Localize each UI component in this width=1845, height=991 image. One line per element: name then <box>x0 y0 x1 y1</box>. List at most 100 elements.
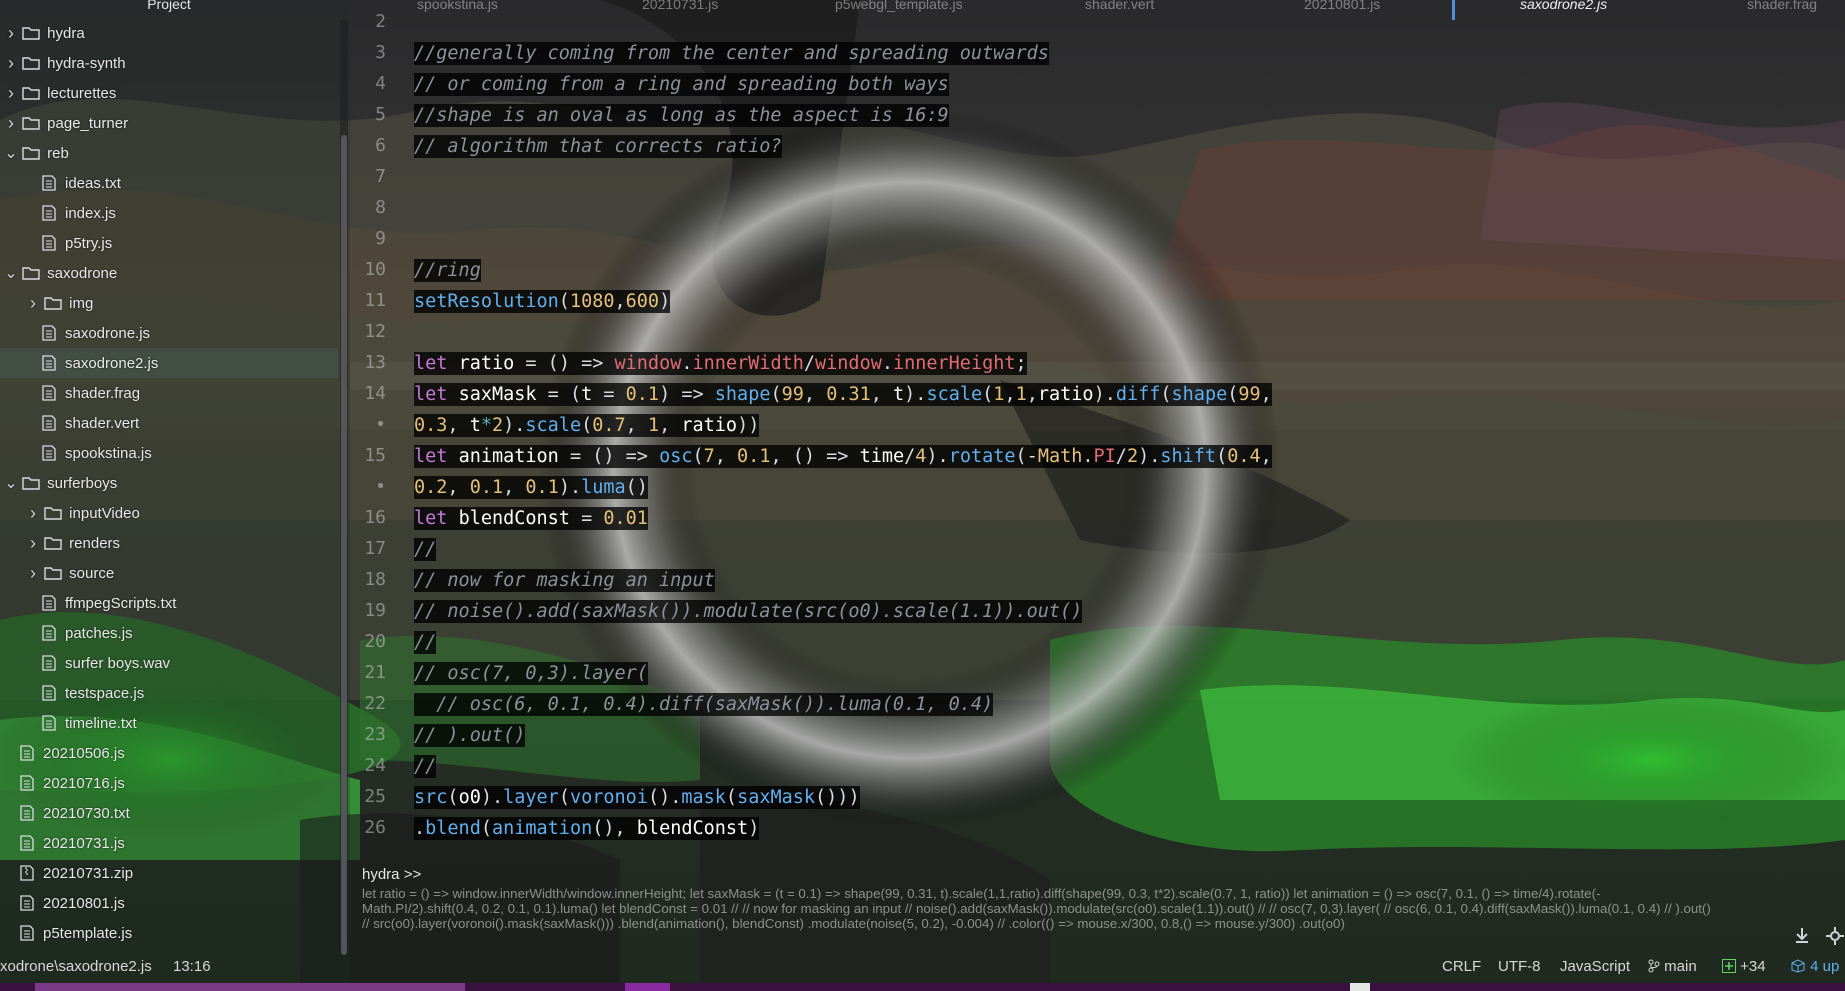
telemetry-icon[interactable] <box>1825 926 1845 946</box>
tree-file-item[interactable]: ffmpegScripts.txt <box>0 588 338 618</box>
code-line[interactable]: // <box>414 629 437 657</box>
code-token: // algorithm that corrects ratio? <box>414 136 782 157</box>
chevron-right-icon[interactable]: › <box>4 53 18 74</box>
tree-folder-item[interactable]: › hydra <box>0 18 338 48</box>
tree-file-item[interactable]: p5try.js <box>0 228 338 258</box>
editor-tab[interactable]: 20210801.js <box>1304 0 1380 12</box>
chevron-right-icon[interactable]: › <box>4 83 18 104</box>
code-line[interactable]: //shape is an oval as long as the aspect… <box>414 102 949 130</box>
chevron-down-icon[interactable]: ⌄ <box>4 473 18 493</box>
code-line[interactable]: src(o0).layer(voronoi().mask(saxMask())) <box>414 784 860 812</box>
code-line[interactable]: // noise().add(saxMask()).modulate(src(o… <box>414 598 1083 626</box>
status-file-path[interactable]: xodrone\saxodrone2.js <box>0 958 152 975</box>
code-token: window <box>614 353 682 374</box>
code-line[interactable]: // algorithm that corrects ratio? <box>414 133 782 161</box>
tree-folder-item[interactable]: ⌄ saxodrone <box>0 258 338 288</box>
code-line[interactable]: // or coming from a ring and spreading b… <box>414 71 949 99</box>
tree-folder-item[interactable]: › img <box>0 288 338 318</box>
line-number: 19 <box>364 600 386 621</box>
tree-folder-item[interactable]: › renders <box>0 528 338 558</box>
tree-folder-item[interactable]: › source <box>0 558 338 588</box>
code-editor[interactable]: 2 3//generally coming from the center and… <box>350 11 1845 850</box>
tree-file-item[interactable]: 20210716.js <box>0 768 338 798</box>
code-token: 99 <box>781 384 804 405</box>
line-number: 21 <box>364 662 386 683</box>
chevron-right-icon[interactable]: › <box>26 293 40 314</box>
code-line[interactable]: 0.2, 0.1, 0.1).luma() <box>414 474 648 502</box>
tree-scrollbar[interactable] <box>340 20 348 955</box>
tree-file-item[interactable]: 20210506.js <box>0 738 338 768</box>
tree-file-item[interactable]: p5template.js <box>0 918 338 948</box>
status-grammar[interactable]: JavaScript <box>1560 958 1630 975</box>
tree-file-item[interactable]: 20210801.js <box>0 888 338 918</box>
status-cursor-position[interactable]: 13:16 <box>173 958 211 975</box>
chevron-right-icon[interactable]: › <box>26 563 40 584</box>
tree-file-item[interactable]: patches.js <box>0 618 338 648</box>
tree-file-item[interactable]: 20210730.txt <box>0 798 338 828</box>
tree-file-item[interactable]: shader.frag <box>0 378 338 408</box>
tree-item-label: timeline.txt <box>65 714 137 732</box>
status-git-changes[interactable]: +34 <box>1722 958 1766 975</box>
code-line[interactable]: let ratio = () => window.innerWidth/wind… <box>414 350 1027 378</box>
chevron-right-icon[interactable]: › <box>4 23 18 44</box>
code-line[interactable]: // osc(7, 0,3).layer( <box>414 660 648 688</box>
tree-file-item[interactable]: index.js <box>0 198 338 228</box>
editor-tab[interactable]: 20210731.js <box>642 0 718 12</box>
chevron-right-icon[interactable]: › <box>26 533 40 554</box>
editor-tab[interactable]: spookstina.js <box>417 0 498 12</box>
code-line[interactable]: 0.3, t*2).scale(0.7, 1, ratio)) <box>414 412 760 440</box>
code-line[interactable]: // <box>414 536 437 564</box>
line-number: 4 <box>375 73 386 94</box>
code-line[interactable]: setResolution(1080,600) <box>414 288 671 316</box>
project-tree-view[interactable]: › hydra › hydra-synth › lecturettes › page_… <box>0 18 338 948</box>
code-token: // <box>414 756 437 777</box>
tree-folder-item[interactable]: ⌄ surferboys <box>0 468 338 498</box>
code-line[interactable]: let saxMask = (t = 0.1) => shape(99, 0.3… <box>414 381 1272 409</box>
editor-tab[interactable]: shader.vert <box>1085 0 1154 12</box>
status-line-ending[interactable]: CRLF <box>1442 958 1481 975</box>
chevron-down-icon[interactable]: ⌄ <box>4 263 18 283</box>
status-bar: xodrone\saxodrone2.js 13:16 CRLF UTF-8 J… <box>0 950 1845 982</box>
code-token: 0.1 <box>525 477 559 498</box>
code-line[interactable]: // <box>414 753 437 781</box>
status-git-branch[interactable]: main <box>1648 958 1697 975</box>
code-line[interactable]: .blend(animation(), blendConst) <box>414 815 760 843</box>
code-token: , <box>447 477 470 498</box>
code-token: , <box>447 415 470 436</box>
file-zip-icon <box>18 865 36 881</box>
tree-file-item[interactable]: testspace.js <box>0 678 338 708</box>
tree-folder-item[interactable]: ⌄ reb <box>0 138 338 168</box>
tree-file-item[interactable]: shader.vert <box>0 408 338 438</box>
download-icon[interactable] <box>1793 926 1811 944</box>
code-line[interactable]: // ).out() <box>414 722 526 750</box>
code-line[interactable]: //ring <box>414 257 481 285</box>
status-package-updates[interactable]: 4 up <box>1790 958 1839 975</box>
tree-file-item[interactable]: ideas.txt <box>0 168 338 198</box>
code-token: , <box>1004 384 1016 405</box>
tree-folder-item[interactable]: › inputVideo <box>0 498 338 528</box>
tree-file-item[interactable]: 20210731.zip <box>0 858 338 888</box>
chevron-right-icon[interactable]: › <box>26 503 40 524</box>
tree-file-item[interactable]: saxodrone.js <box>0 318 338 348</box>
chevron-right-icon[interactable]: › <box>4 113 18 134</box>
tree-file-item[interactable]: spookstina.js <box>0 438 338 468</box>
tree-file-item[interactable]: saxodrone2.js <box>0 348 338 378</box>
tree-file-item[interactable]: 20210731.js <box>0 828 338 858</box>
tree-folder-item[interactable]: › lecturettes <box>0 78 338 108</box>
tree-scrollbar-thumb[interactable] <box>341 135 347 955</box>
editor-tab[interactable]: p5webgl_template.js <box>835 0 963 12</box>
tree-folder-item[interactable]: › hydra-synth <box>0 48 338 78</box>
status-encoding[interactable]: UTF-8 <box>1498 958 1541 975</box>
editor-tab[interactable]: shader.frag <box>1747 0 1817 12</box>
editor-tab[interactable]: saxodrone2.js <box>1520 0 1607 12</box>
code-line[interactable]: // now for masking an input <box>414 567 715 595</box>
tree-file-item[interactable]: surfer boys.wav <box>0 648 338 678</box>
code-line[interactable]: // osc(6, 0.1, 0.4).diff(saxMask()).luma… <box>414 691 994 719</box>
code-line[interactable]: let animation = () => osc(7, 0.1, () => … <box>414 443 1272 471</box>
tree-file-item[interactable]: timeline.txt <box>0 708 338 738</box>
code-line[interactable]: let blendConst = 0.01 <box>414 505 648 533</box>
chevron-down-icon[interactable]: ⌄ <box>4 143 18 163</box>
code-token: / <box>803 353 816 374</box>
tree-folder-item[interactable]: › page_turner <box>0 108 338 138</box>
code-line[interactable]: //generally coming from the center and s… <box>414 40 1049 68</box>
